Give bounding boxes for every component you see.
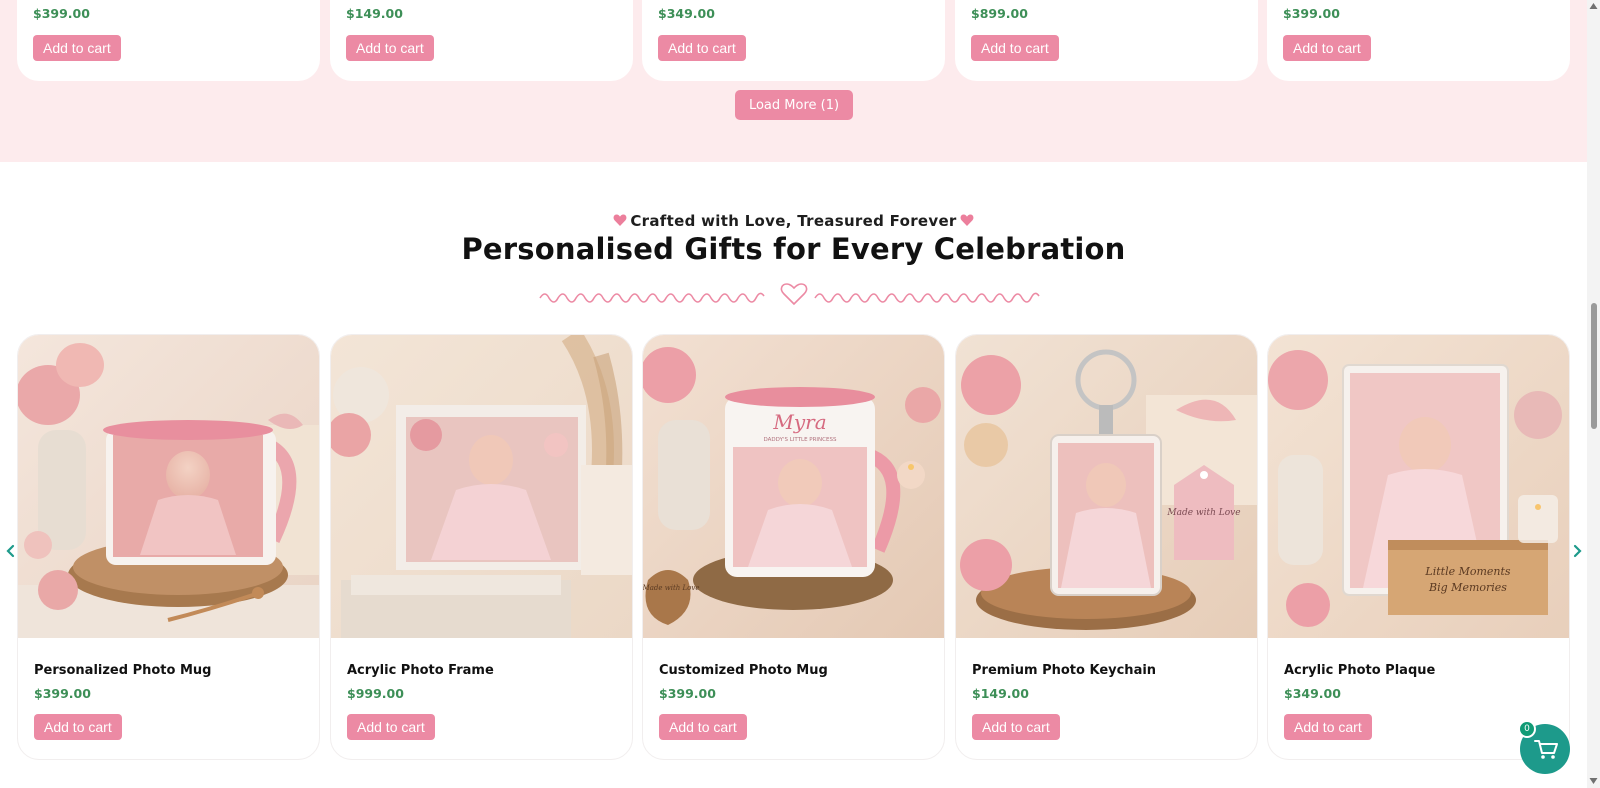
product-title[interactable]: Acrylic Photo Frame: [347, 663, 494, 678]
section-heading: Personalised Gifts for Every Celebration: [461, 232, 1126, 266]
product-card: Acrylic Photo Frame $999.00 Add to cart: [330, 334, 633, 760]
acrylic-photo-frame-image[interactable]: [331, 335, 633, 638]
mug-name-text: Myra: [772, 410, 826, 434]
previous-products-section: $399.00 Add to cart $149.00 Add to cart …: [0, 0, 1587, 162]
product-card: $399.00 Add to cart: [1267, 0, 1570, 81]
product-title[interactable]: Acrylic Photo Plaque: [1284, 663, 1435, 678]
acrylic-photo-plaque-image[interactable]: Little Moments Big Memories: [1268, 335, 1570, 638]
add-to-cart-button[interactable]: Add to cart: [658, 35, 746, 61]
plaque-line2-text: Big Memories: [1428, 581, 1507, 594]
scroll-down-icon[interactable]: [1589, 777, 1598, 785]
add-to-cart-button[interactable]: Add to cart: [346, 35, 434, 61]
product-price: $349.00: [1284, 686, 1341, 701]
premium-photo-keychain-image[interactable]: Made with Love: [956, 335, 1258, 638]
product-card: Personalized Photo Mug $399.00 Add to ca…: [17, 334, 320, 760]
tag-text: Made with Love: [1166, 508, 1240, 518]
personalized-photo-mug-image[interactable]: [18, 335, 320, 638]
add-to-cart-button[interactable]: Add to cart: [1283, 35, 1371, 61]
product-card: $399.00 Add to cart: [17, 0, 320, 81]
customized-photo-mug-image[interactable]: Myra DADDY'S LITTLE PRINCESS Made with L…: [643, 335, 945, 638]
product-card: Myra DADDY'S LITTLE PRINCESS Made with L…: [642, 334, 945, 760]
scroll-up-icon[interactable]: [1589, 2, 1598, 10]
product-title[interactable]: Customized Photo Mug: [659, 663, 828, 678]
product-title[interactable]: Premium Photo Keychain: [972, 663, 1156, 678]
product-price: $399.00: [34, 686, 91, 701]
product-price: $999.00: [347, 686, 404, 701]
product-price: $399.00: [33, 6, 90, 21]
product-card: Little Moments Big Memories Acrylic Phot…: [1267, 334, 1570, 760]
add-to-cart-button[interactable]: Add to cart: [972, 714, 1060, 740]
product-card: Made with Love Premium Photo Keychain $1…: [955, 334, 1258, 760]
mug-tagline-text: DADDY'S LITTLE PRINCESS: [764, 437, 837, 443]
chevron-left-icon[interactable]: [2, 542, 18, 560]
add-to-cart-button[interactable]: Add to cart: [971, 35, 1059, 61]
product-title[interactable]: Personalized Photo Mug: [34, 663, 211, 678]
product-price: $399.00: [1283, 6, 1340, 21]
chevron-right-icon[interactable]: [1570, 542, 1586, 560]
product-card: $349.00 Add to cart: [642, 0, 945, 81]
cart-count-badge: 0: [1518, 720, 1536, 738]
coaster-text: Made with Love: [643, 584, 699, 592]
load-more-button[interactable]: Load More (1): [735, 90, 853, 120]
add-to-cart-button[interactable]: Add to cart: [34, 714, 122, 740]
product-card: $899.00 Add to cart: [955, 0, 1258, 81]
add-to-cart-button[interactable]: Add to cart: [347, 714, 435, 740]
add-to-cart-button[interactable]: Add to cart: [659, 714, 747, 740]
product-price: $149.00: [346, 6, 403, 21]
add-to-cart-button[interactable]: Add to cart: [33, 35, 121, 61]
wavy-heart-divider: [539, 283, 1040, 306]
product-price: $399.00: [659, 686, 716, 701]
product-card: $149.00 Add to cart: [330, 0, 633, 81]
scrollbar-thumb[interactable]: [1591, 303, 1597, 429]
add-to-cart-button[interactable]: Add to cart: [1284, 714, 1372, 740]
product-price: $349.00: [658, 6, 715, 21]
product-price: $149.00: [972, 686, 1029, 701]
heart-icon: [960, 214, 974, 226]
plaque-line1-text: Little Moments: [1424, 565, 1511, 578]
page-scrollbar[interactable]: [1587, 0, 1600, 788]
section-eyebrow: Crafted with Love, Treasured Forever: [630, 212, 957, 230]
product-price: $899.00: [971, 6, 1028, 21]
